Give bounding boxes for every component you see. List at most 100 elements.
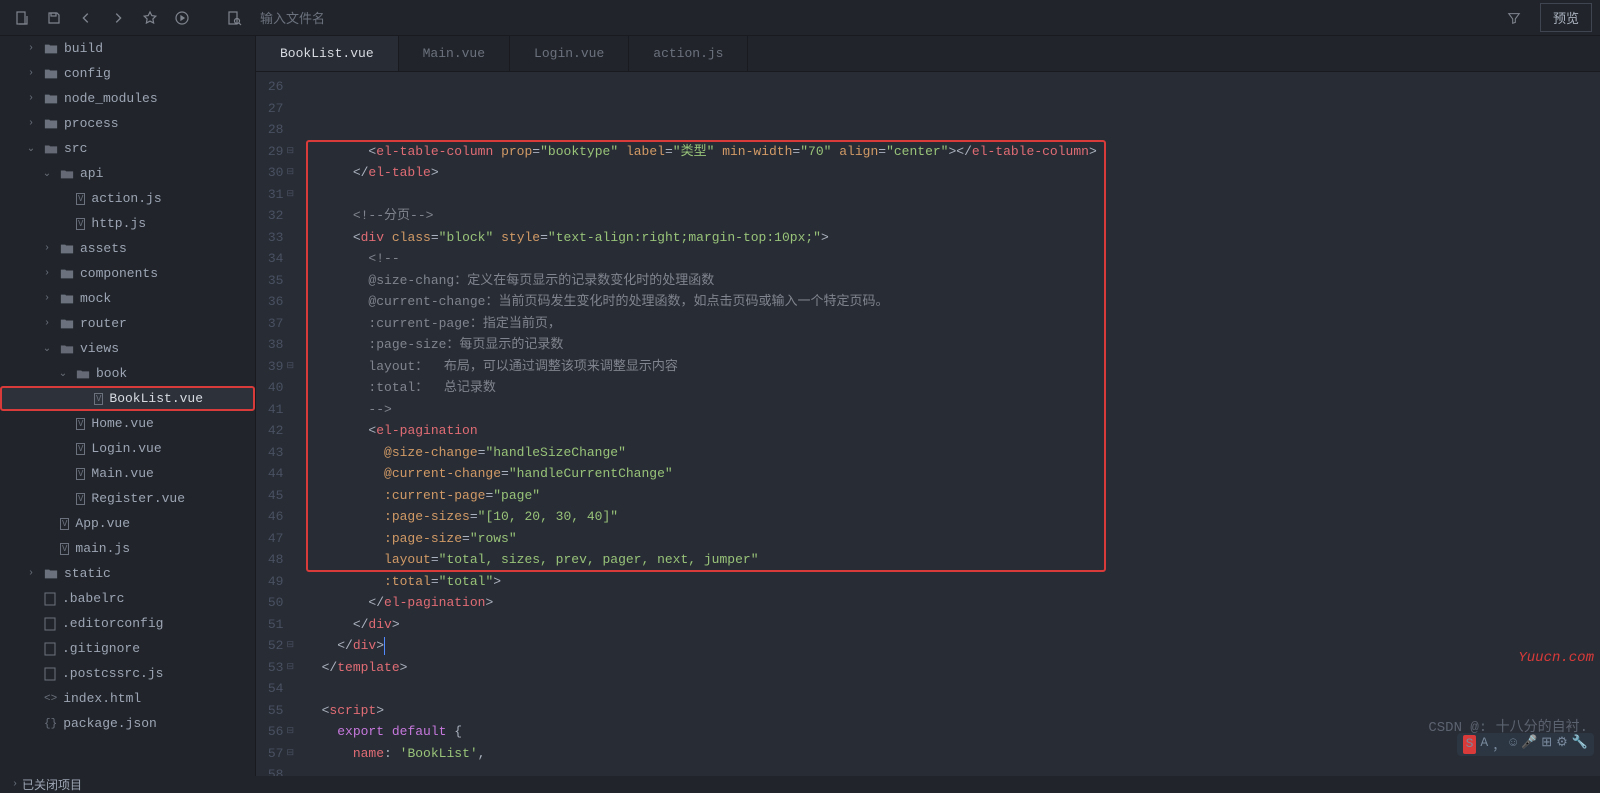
- tree-item-label: node_modules: [64, 91, 158, 106]
- code-line[interactable]: [302, 184, 1600, 206]
- tree-file[interactable]: VRegister.vue: [0, 486, 255, 511]
- preview-button[interactable]: 预览: [1540, 3, 1592, 32]
- tree-file[interactable]: Vhttp.js: [0, 211, 255, 236]
- code-line[interactable]: </el-table>: [302, 162, 1600, 184]
- tree-folder[interactable]: ⌄api: [0, 161, 255, 186]
- file-tree[interactable]: ›build›config›node_modules›process⌄src⌄a…: [0, 36, 256, 776]
- code-line[interactable]: :page-size="rows": [302, 528, 1600, 550]
- save-icon[interactable]: [40, 4, 68, 32]
- tree-folder[interactable]: ›process: [0, 111, 255, 136]
- code-line[interactable]: @current-change="handleCurrentChange": [302, 463, 1600, 485]
- code-line[interactable]: :current-page="page": [302, 485, 1600, 507]
- tree-file[interactable]: VLogin.vue: [0, 436, 255, 461]
- code-line[interactable]: [302, 678, 1600, 700]
- back-icon[interactable]: [72, 4, 100, 32]
- gutter-line: 55⊟: [256, 700, 294, 722]
- chevron-right-icon: ›: [12, 779, 18, 790]
- tree-folder[interactable]: ⌄book: [0, 361, 255, 386]
- tree-folder[interactable]: ›build: [0, 36, 255, 61]
- tree-file[interactable]: <>index.html: [0, 686, 255, 711]
- statusbar: › 已关闭项目: [0, 776, 1600, 792]
- search-input[interactable]: 输入文件名: [260, 8, 1496, 27]
- statusbar-text: 已关闭项目: [22, 776, 82, 793]
- code-line[interactable]: :page-sizes="[10, 20, 30, 40]": [302, 506, 1600, 528]
- run-icon[interactable]: [168, 4, 196, 32]
- watermark: Yuucn.com: [1518, 650, 1594, 666]
- file-icon: V: [76, 493, 85, 505]
- tab[interactable]: BookList.vue: [256, 36, 399, 71]
- tree-folder[interactable]: ›static: [0, 561, 255, 586]
- ime-toolbar[interactable]: S A ， ☺ 🎤 ⊞ ⚙ 🔧: [1457, 733, 1594, 756]
- code-line[interactable]: @size-change="handleSizeChange": [302, 442, 1600, 464]
- gutter-line: 30⊟: [256, 162, 294, 184]
- code-content[interactable]: <el-table-column prop="booktype" label="…: [302, 72, 1600, 776]
- code-line[interactable]: @size-chang：定义在每页显示的记录数变化时的处理函数: [302, 270, 1600, 292]
- code-line[interactable]: <div class="block" style="text-align:rig…: [302, 227, 1600, 249]
- ime-grid-icon: ⊞: [1541, 735, 1552, 754]
- code-line[interactable]: <el-table-column prop="booktype" label="…: [302, 141, 1600, 163]
- tree-file[interactable]: VMain.vue: [0, 461, 255, 486]
- code-line[interactable]: <!--分页-->: [302, 205, 1600, 227]
- tree-file[interactable]: .gitignore: [0, 636, 255, 661]
- tree-file[interactable]: .postcssrc.js: [0, 661, 255, 686]
- code-line[interactable]: [302, 764, 1600, 776]
- code-line[interactable]: layout="total, sizes, prev, pager, next,…: [302, 549, 1600, 571]
- code-line[interactable]: name: 'BookList',: [302, 743, 1600, 765]
- tree-folder[interactable]: ›router: [0, 311, 255, 336]
- code-line[interactable]: layout： 布局，可以通过调整该项来调整显示内容: [302, 356, 1600, 378]
- gutter-line: 37⊟: [256, 313, 294, 335]
- star-icon[interactable]: [136, 4, 164, 32]
- tree-item-label: main.js: [75, 541, 130, 556]
- code-line[interactable]: </div>: [302, 635, 1600, 657]
- gutter-line: 39⊟: [256, 356, 294, 378]
- new-file-icon[interactable]: [8, 4, 36, 32]
- tree-folder[interactable]: ⌄src: [0, 136, 255, 161]
- code-line[interactable]: <script>: [302, 700, 1600, 722]
- tree-folder[interactable]: ›mock: [0, 286, 255, 311]
- search-file-icon[interactable]: [220, 4, 248, 32]
- code-line[interactable]: </div>: [302, 614, 1600, 636]
- tree-file[interactable]: VHome.vue: [0, 411, 255, 436]
- tree-item-label: router: [80, 316, 127, 331]
- code-line[interactable]: <!--: [302, 248, 1600, 270]
- code-line[interactable]: -->: [302, 399, 1600, 421]
- tree-folder[interactable]: ›assets: [0, 236, 255, 261]
- tab[interactable]: Login.vue: [510, 36, 629, 71]
- tree-file[interactable]: Vaction.js: [0, 186, 255, 211]
- tree-item-label: Home.vue: [91, 416, 153, 431]
- tree-file[interactable]: Vmain.js: [0, 536, 255, 561]
- gutter-line: 41⊟: [256, 399, 294, 421]
- code-line[interactable]: :current-page：指定当前页，: [302, 313, 1600, 335]
- code-line[interactable]: </el-pagination>: [302, 592, 1600, 614]
- tree-file[interactable]: VBookList.vue: [0, 386, 255, 411]
- code-line[interactable]: export default {: [302, 721, 1600, 743]
- tree-folder[interactable]: ›node_modules: [0, 86, 255, 111]
- code-line[interactable]: <el-pagination: [302, 420, 1600, 442]
- tree-file[interactable]: .editorconfig: [0, 611, 255, 636]
- tree-file[interactable]: .babelrc: [0, 586, 255, 611]
- code-line[interactable]: :page-size：每页显示的记录数: [302, 334, 1600, 356]
- tree-folder[interactable]: ⌄views: [0, 336, 255, 361]
- folder-open-icon: [44, 142, 58, 156]
- tree-file[interactable]: VApp.vue: [0, 511, 255, 536]
- filter-icon[interactable]: [1500, 4, 1528, 32]
- folder-icon: [60, 317, 74, 331]
- file-icon: <>: [44, 693, 57, 705]
- tree-item-label: mock: [80, 291, 111, 306]
- forward-icon[interactable]: [104, 4, 132, 32]
- tree-item-label: .babelrc: [62, 591, 124, 606]
- tree-item-label: config: [64, 66, 111, 81]
- tab[interactable]: Main.vue: [399, 36, 510, 71]
- tree-file[interactable]: {}package.json: [0, 711, 255, 736]
- code-line[interactable]: :total： 总记录数: [302, 377, 1600, 399]
- code-line[interactable]: @current-change：当前页码发生变化时的处理函数，如点击页码或输入一…: [302, 291, 1600, 313]
- gutter-line: 33⊟: [256, 227, 294, 249]
- tree-folder[interactable]: ›config: [0, 61, 255, 86]
- tab-bar: BookList.vueMain.vueLogin.vueaction.js: [256, 36, 1600, 72]
- tab[interactable]: action.js: [629, 36, 748, 71]
- code-line[interactable]: </template>: [302, 657, 1600, 679]
- tree-folder[interactable]: ›components: [0, 261, 255, 286]
- code-area[interactable]: 26⊟27⊟28⊟29⊟30⊟31⊟32⊟33⊟34⊟35⊟36⊟37⊟38⊟3…: [256, 72, 1600, 776]
- code-line[interactable]: :total="total">: [302, 571, 1600, 593]
- ime-settings-icon: ⚙: [1556, 735, 1568, 754]
